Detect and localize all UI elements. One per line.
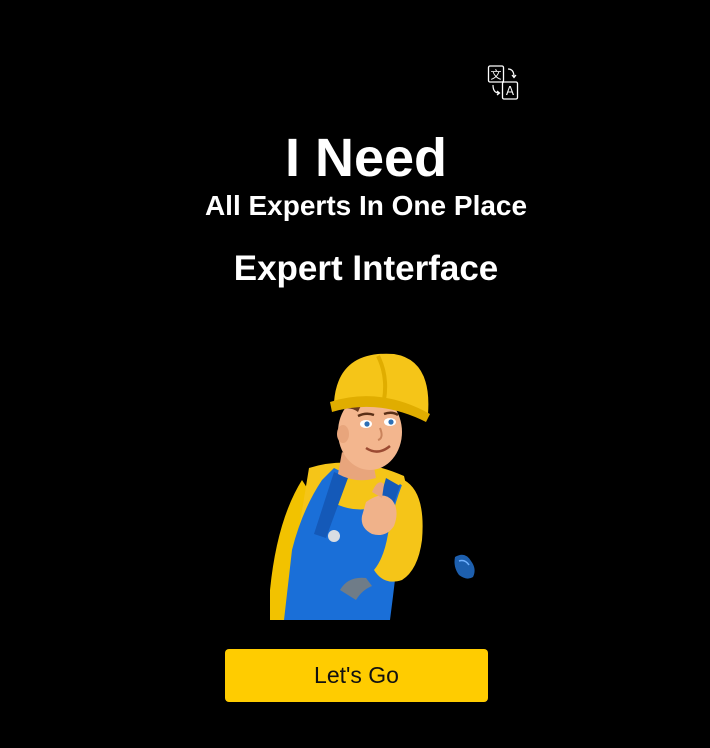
interface-title: Expert Interface bbox=[233, 249, 499, 288]
svg-text:A: A bbox=[506, 84, 515, 98]
svg-text:文: 文 bbox=[491, 68, 502, 82]
headline: I Need bbox=[284, 128, 448, 188]
glove-icon bbox=[451, 551, 479, 581]
translate-button[interactable]: 文 A bbox=[487, 64, 521, 102]
tagline: All Experts In One Place bbox=[204, 190, 528, 221]
lets-go-button[interactable]: Let's Go bbox=[225, 649, 488, 702]
translate-icon: 文 A bbox=[487, 64, 521, 102]
